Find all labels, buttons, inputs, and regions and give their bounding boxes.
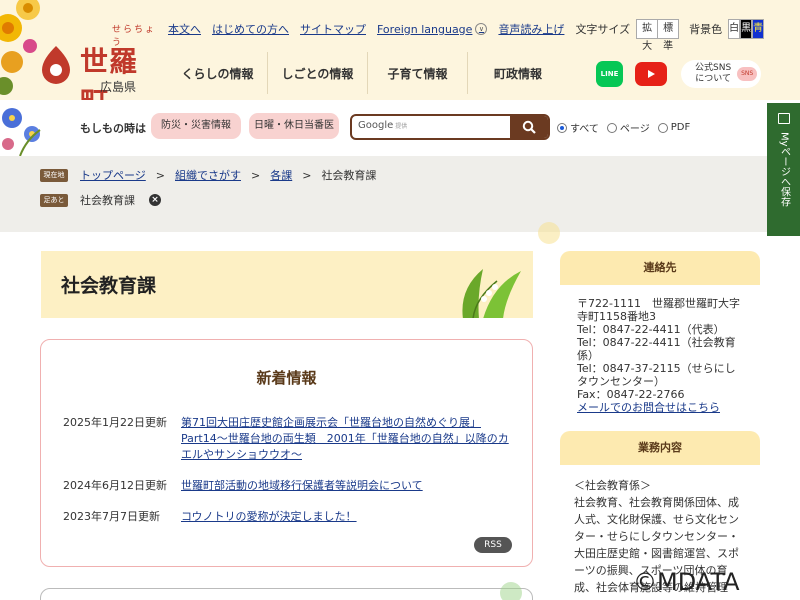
scope-page-radio[interactable]: ページ bbox=[606, 120, 650, 135]
news-link[interactable]: 世羅町部活動の地域移行保護者等説明会について bbox=[181, 478, 511, 494]
global-nav: くらしの情報 しごとの情報 子育て情報 町政情報 bbox=[168, 52, 568, 94]
scope-pdf-radio[interactable]: PDF bbox=[657, 122, 691, 133]
official-sns-button[interactable]: 公式SNS について SNS bbox=[681, 60, 761, 88]
footprint-trail: 社会教育課 × bbox=[80, 192, 161, 208]
site-search: Google 提供 bbox=[350, 114, 550, 140]
bg-blue-button[interactable]: 青 bbox=[752, 19, 765, 39]
emergency-search-row: もしもの時は 防災・災害情報 日曜・休日当番医 Google 提供 すべて ページ… bbox=[0, 100, 800, 156]
search-icon bbox=[522, 120, 536, 134]
nav-work[interactable]: しごとの情報 bbox=[268, 52, 368, 94]
radio-icon bbox=[657, 122, 668, 133]
news-item: 2024年6月12日更新 世羅町部活動の地域移行保護者等説明会について bbox=[63, 478, 511, 494]
search-button[interactable] bbox=[510, 116, 548, 138]
news-date: 2024年6月12日更新 bbox=[63, 479, 167, 492]
radio-selected-icon bbox=[557, 122, 567, 133]
breadcrumb-organization[interactable]: 組織でさがす bbox=[175, 167, 241, 183]
foreign-language-label: Foreign language bbox=[377, 22, 473, 36]
font-size-enlarge-button[interactable]: 拡大 bbox=[636, 19, 659, 52]
utility-bar: 本文へ はじめての方へ サイトマップ Foreign language ∨ 音声読… bbox=[168, 14, 765, 52]
nav-municipal[interactable]: 町政情報 bbox=[468, 52, 568, 94]
scope-pdf-label: PDF bbox=[670, 122, 691, 133]
font-size-standard-button[interactable]: 標準 bbox=[657, 19, 680, 52]
search-provider-hint: 提供 bbox=[395, 123, 408, 130]
current-location-tag: 現在地 bbox=[40, 169, 68, 182]
breadcrumb-departments[interactable]: 各課 bbox=[270, 167, 292, 183]
news-item: 2023年7月7日更新 コウノトリの愛称が決定しました！ bbox=[63, 509, 511, 525]
contact-heading: 連絡先 bbox=[560, 251, 760, 285]
breadcrumb: トップページ > 組織でさがす > 各課 > 社会教育課 bbox=[80, 167, 376, 183]
breadcrumb-separator: > bbox=[251, 168, 261, 182]
bg-color-label: 背景色 bbox=[689, 23, 723, 36]
news-panel: 新着情報 2025年1月22日更新 第71回大田庄歴史館企画展示会「世羅台地の自… bbox=[40, 339, 533, 567]
chevron-down-icon: ∨ bbox=[475, 23, 488, 35]
holiday-doctor-button[interactable]: 日曜・休日当番医 bbox=[249, 113, 339, 139]
skip-to-content-link[interactable]: 本文へ bbox=[168, 21, 201, 37]
site-logo[interactable]: せらちょう 世羅町 広島県 bbox=[40, 22, 165, 118]
disaster-info-button[interactable]: 防災・災害情報 bbox=[151, 113, 241, 139]
news-date: 2025年1月22日更新 bbox=[63, 416, 167, 429]
news-heading: 新着情報 bbox=[256, 369, 317, 387]
scope-all-radio[interactable]: すべて bbox=[557, 120, 599, 135]
radio-icon bbox=[606, 122, 617, 133]
social-links: LINE 公式SNS について SNS bbox=[596, 60, 761, 88]
contact-tel-main: Tel：0847-22-4411（代表） bbox=[577, 323, 725, 336]
folder-icon bbox=[777, 113, 790, 124]
search-input[interactable]: Google 提供 bbox=[358, 120, 407, 131]
contact-address: 〒722-1111 世羅郡世羅町大字寺町1158番地3 bbox=[577, 297, 740, 323]
rss-button[interactable]: RSS bbox=[474, 537, 512, 553]
footprint-item[interactable]: 社会教育課 bbox=[80, 192, 135, 208]
flower-decoration bbox=[2, 108, 41, 156]
google-brand: Google bbox=[358, 120, 394, 131]
nav-living[interactable]: くらしの情報 bbox=[168, 52, 268, 94]
official-sns-label: 公式SNS について bbox=[695, 63, 732, 84]
foreign-language-link[interactable]: Foreign language ∨ bbox=[377, 22, 488, 36]
search-scope: すべて ページ PDF bbox=[557, 120, 698, 135]
read-aloud-link[interactable]: 音声読み上げ bbox=[498, 21, 564, 37]
contact-tel-center: Tel：0847-37-2115（せらにしタウンセンター） bbox=[577, 362, 736, 388]
close-icon[interactable]: × bbox=[149, 194, 161, 206]
nav-childcare[interactable]: 子育て情報 bbox=[368, 52, 468, 94]
news-date: 2023年7月7日更新 bbox=[63, 510, 160, 523]
contact-fax: Fax：0847-22-2766 bbox=[577, 388, 685, 401]
decor-bubble bbox=[538, 222, 560, 244]
bg-black-button[interactable]: 黒 bbox=[740, 19, 753, 39]
footprint-tag: 足あと bbox=[40, 194, 68, 207]
logo-prefecture: 広島県 bbox=[100, 80, 137, 94]
breadcrumb-top[interactable]: トップページ bbox=[80, 167, 146, 183]
page-title: 社会教育課 bbox=[61, 275, 157, 297]
sns-badge: SNS bbox=[737, 67, 758, 81]
watermark: ©MDATA bbox=[633, 568, 740, 596]
scope-all-label: すべて bbox=[570, 124, 599, 135]
emergency-label: もしもの時は bbox=[80, 122, 146, 135]
logo-mark-icon bbox=[42, 46, 70, 84]
breadcrumb-area: 現在地 トップページ > 組織でさがす > 各課 > 社会教育課 足あと 社会教… bbox=[0, 156, 767, 232]
breadcrumb-current: 社会教育課 bbox=[321, 169, 377, 182]
mypage-label: Myページへ保存 bbox=[778, 132, 790, 207]
contact-body: 〒722-1111 世羅郡世羅町大字寺町1158番地3 Tel：0847-22-… bbox=[560, 297, 760, 414]
duties-heading: 業務内容 bbox=[560, 431, 760, 465]
contact-email-link[interactable]: メールでのお問合せはこちら bbox=[577, 401, 720, 414]
breadcrumb-separator: > bbox=[155, 168, 165, 182]
youtube-icon[interactable] bbox=[635, 62, 667, 86]
news-link[interactable]: コウノトリの愛称が決定しました！ bbox=[181, 509, 511, 525]
decor-bubble bbox=[500, 582, 522, 600]
contact-tel-section: Tel：0847-22-4411（社会教育係） bbox=[577, 336, 736, 362]
breadcrumb-separator: > bbox=[302, 168, 312, 182]
scope-page-label: ページ bbox=[619, 124, 650, 135]
sitemap-link[interactable]: サイトマップ bbox=[300, 21, 366, 37]
bg-white-button[interactable]: 白 bbox=[728, 19, 741, 39]
mypage-save-tab[interactable]: Myページへ保存 bbox=[767, 103, 800, 236]
page-title-box: 社会教育課 bbox=[40, 251, 533, 318]
next-panel bbox=[40, 588, 533, 600]
first-visit-link[interactable]: はじめての方へ bbox=[212, 21, 289, 37]
news-link[interactable]: 第71回大田庄歴史館企画展示会「世羅台地の自然めぐり展」Part14～世羅台地の… bbox=[181, 415, 511, 463]
play-icon bbox=[648, 70, 655, 78]
line-icon[interactable]: LINE bbox=[596, 61, 623, 87]
font-size-label: 文字サイズ bbox=[575, 23, 631, 36]
site-header: せらちょう 世羅町 広島県 本文へ はじめての方へ サイトマップ Foreign… bbox=[0, 0, 800, 118]
lily-of-the-valley-icon bbox=[462, 269, 521, 318]
news-item: 2025年1月22日更新 第71回大田庄歴史館企画展示会「世羅台地の自然めぐり展… bbox=[63, 415, 511, 463]
